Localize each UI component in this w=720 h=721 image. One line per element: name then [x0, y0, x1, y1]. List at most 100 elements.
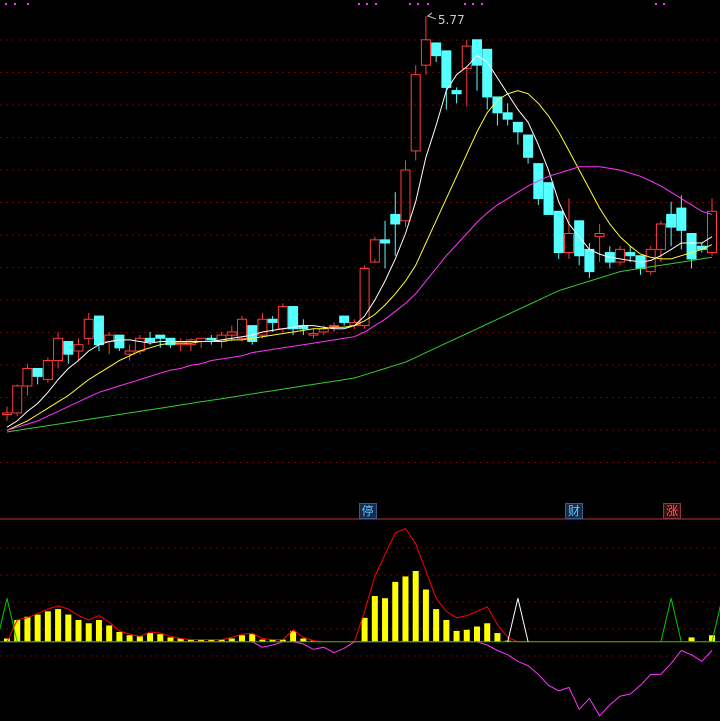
candle — [196, 337, 207, 348]
indicator-bar — [443, 620, 450, 642]
marker-dot — [481, 3, 483, 5]
candle-body-down — [114, 334, 125, 349]
marker-dot — [5, 3, 7, 5]
indicator-panel — [0, 527, 720, 717]
indicator-bar — [147, 633, 154, 642]
candle-body-up — [42, 360, 53, 381]
candle-body-down — [93, 315, 104, 346]
candle — [104, 331, 115, 355]
candle — [676, 195, 687, 250]
candle-body-down — [63, 340, 74, 355]
indicator-bar — [55, 609, 62, 642]
candle-body-up — [369, 239, 380, 263]
indicator-bar — [75, 620, 82, 642]
candle-body-down — [267, 318, 278, 323]
candle-body-down — [380, 239, 391, 244]
candle — [410, 65, 421, 161]
indicator-bar — [382, 598, 389, 642]
marker-dot — [663, 3, 665, 5]
indicator-bar — [484, 623, 491, 642]
peak-arrow — [426, 12, 437, 20]
candle-body-down — [431, 42, 442, 57]
indicator-bar — [453, 630, 460, 642]
candle-body-up — [594, 232, 605, 238]
candle-body-down — [574, 220, 585, 257]
candle-body-down — [676, 207, 687, 231]
event-tag: 财 — [565, 503, 584, 519]
candle — [175, 338, 186, 352]
oscillator-red-line — [6, 527, 712, 643]
candle — [277, 303, 288, 332]
candle — [420, 15, 431, 75]
indicator-bar — [34, 614, 41, 642]
peak-annotation: 5.77 — [426, 12, 465, 27]
candle — [185, 338, 196, 352]
candle — [584, 243, 595, 278]
candle-body-down — [339, 315, 350, 323]
moving-average-line — [6, 166, 713, 431]
candle — [686, 232, 697, 269]
candle-body-down — [451, 90, 462, 95]
candle — [451, 87, 462, 104]
candle-body-up — [277, 306, 288, 330]
candle-body-down — [584, 248, 595, 273]
candle-body-down — [145, 337, 156, 342]
indicator-bar — [361, 617, 368, 642]
candle-body-up — [226, 331, 237, 336]
candle — [615, 246, 626, 266]
candle — [339, 315, 350, 326]
candle — [553, 210, 564, 259]
candle-body-up — [53, 337, 64, 362]
candle-body-up — [2, 412, 12, 416]
candle — [390, 192, 401, 256]
candle-body-down — [543, 182, 554, 215]
candle-body-up — [124, 350, 135, 355]
marker-dot — [366, 3, 368, 5]
candle — [533, 163, 544, 205]
marker-dot — [27, 3, 29, 5]
candle — [124, 344, 135, 361]
candle-body-down — [625, 252, 636, 257]
indicator-bar — [433, 609, 440, 642]
candle — [666, 201, 677, 247]
candle — [114, 334, 125, 352]
event-tag: 停 — [358, 503, 377, 519]
candle-body-down — [32, 367, 43, 377]
candle — [563, 198, 574, 259]
candle — [543, 182, 554, 215]
candle-body-down — [686, 232, 697, 260]
top-marker-dots — [5, 3, 665, 5]
candle — [63, 340, 74, 364]
marker-dot — [472, 3, 474, 5]
indicator-bar — [463, 629, 470, 642]
indicator-bar — [44, 611, 51, 642]
candle-body-up — [83, 318, 94, 339]
candle-body-up — [308, 333, 319, 336]
marker-dot — [358, 3, 360, 5]
candle-body-up — [461, 45, 472, 69]
candle-body-down — [206, 337, 217, 341]
candle-body-down — [553, 210, 564, 254]
candle — [380, 220, 391, 269]
indicator-bar — [24, 616, 31, 642]
moving-average-line — [6, 54, 713, 428]
indicator-green-spike — [711, 605, 720, 642]
event-tag: 涨 — [663, 503, 682, 519]
candle-body-up — [328, 325, 339, 328]
indicator-bar — [249, 634, 256, 642]
candle-body-up — [563, 232, 574, 254]
candle-body-up — [237, 318, 247, 339]
candle — [93, 315, 104, 352]
candle — [400, 160, 411, 228]
marker-dot — [427, 3, 429, 5]
candle — [707, 198, 717, 256]
candle-body-up — [134, 337, 145, 352]
candle — [83, 312, 94, 345]
indicator-bar — [422, 589, 429, 642]
candle — [42, 357, 53, 383]
marker-dot — [655, 3, 657, 5]
moving-average-lines — [6, 54, 713, 433]
indicator-bar — [688, 637, 695, 642]
candle-body-down — [482, 48, 493, 98]
indicator-bar — [402, 576, 409, 642]
